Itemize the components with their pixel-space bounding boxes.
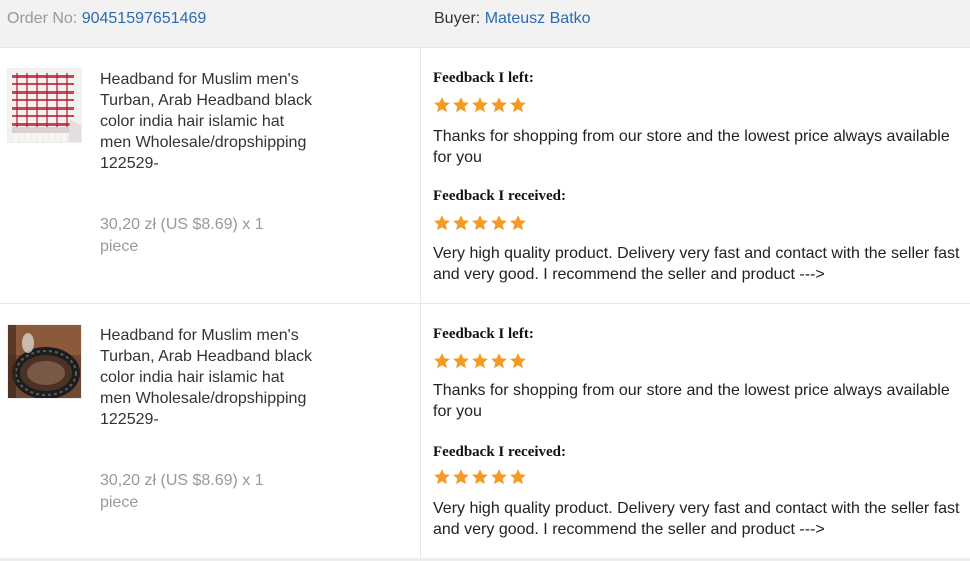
buyer-label: Buyer:: [434, 10, 481, 27]
star-icon: [490, 468, 508, 486]
feedback-received-heading: Feedback I received:: [433, 188, 567, 204]
star-icon: [471, 352, 489, 370]
order-item-row: Headband for Muslim men's Turban, Arab H…: [0, 304, 970, 559]
product-price: 30,20 zł (US $8.69) x 1 piece: [100, 216, 264, 255]
star-icon: [471, 468, 489, 486]
star-icon: [509, 468, 527, 486]
order-number-link[interactable]: 90451597651469: [82, 10, 207, 27]
star-icon: [452, 468, 470, 486]
feedback-received-text: Very high quality product. Delivery very…: [433, 500, 960, 538]
star-icon: [490, 214, 508, 232]
feedback-received-rating: [433, 468, 527, 486]
star-icon: [433, 96, 451, 114]
feedback-left-rating: [433, 352, 527, 370]
feedback-left-heading: Feedback I left:: [433, 70, 534, 86]
star-icon: [509, 96, 527, 114]
star-icon: [509, 352, 527, 370]
star-icon: [452, 96, 470, 114]
feedback-left-rating: [433, 96, 527, 114]
star-icon: [509, 214, 527, 232]
buyer-name-link[interactable]: Mateusz Batko: [485, 10, 591, 27]
product-thumbnail[interactable]: [7, 324, 82, 399]
star-icon: [471, 214, 489, 232]
star-icon: [452, 352, 470, 370]
feedback-left-heading: Feedback I left:: [433, 326, 534, 342]
star-icon: [490, 352, 508, 370]
product-title-link[interactable]: Headband for Muslim men's Turban, Arab H…: [100, 325, 315, 430]
product-title-link[interactable]: Headband for Muslim men's Turban, Arab H…: [100, 69, 315, 174]
order-item-row: Headband for Muslim men's Turban, Arab H…: [0, 48, 970, 303]
star-icon: [452, 214, 470, 232]
keffiyeh-scarf-image: [8, 69, 81, 142]
feedback-left-text: Thanks for shopping from our store and t…: [433, 128, 950, 166]
feedback-received-text: Very high quality product. Delivery very…: [433, 245, 960, 283]
product-thumbnail[interactable]: [7, 68, 82, 143]
headband-ring-image: [8, 325, 81, 398]
buyer-group: Buyer: Mateusz Batko: [434, 10, 591, 28]
product-price: 30,20 zł (US $8.69) x 1 piece: [100, 472, 264, 511]
star-icon: [433, 352, 451, 370]
feedback-received-rating: [433, 214, 527, 232]
star-icon: [433, 468, 451, 486]
order-header: Order No: 90451597651469 Buyer: Mateusz …: [0, 0, 970, 48]
order-number-group: Order No: 90451597651469: [7, 10, 206, 28]
star-icon: [433, 214, 451, 232]
feedback-received-heading: Feedback I received:: [433, 444, 567, 460]
order-number-label: Order No:: [7, 10, 78, 27]
star-icon: [471, 96, 489, 114]
feedback-left-text: Thanks for shopping from our store and t…: [433, 382, 950, 420]
star-icon: [490, 96, 508, 114]
